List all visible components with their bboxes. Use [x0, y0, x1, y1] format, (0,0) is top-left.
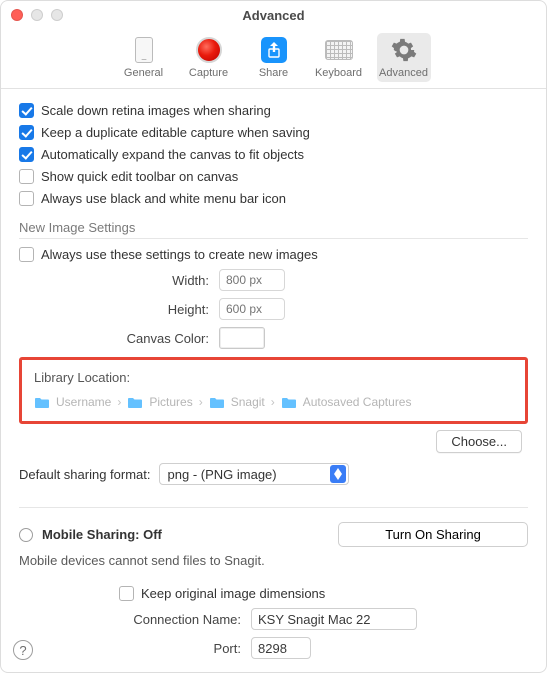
port-label: Port: [19, 641, 251, 656]
tab-label: Keyboard [315, 67, 362, 79]
breadcrumb-segment[interactable]: Username [56, 395, 111, 409]
help-button[interactable]: ? [13, 640, 33, 660]
checkbox-keep-duplicate[interactable] [19, 125, 34, 140]
divider [19, 238, 528, 239]
turn-on-sharing-button[interactable]: Turn On Sharing [338, 522, 528, 547]
gear-icon [390, 36, 418, 64]
choose-button[interactable]: Choose... [436, 430, 522, 453]
mobile-sharing-radio[interactable] [19, 528, 33, 542]
preferences-toolbar: General Capture Share Keyboard Advanced [1, 29, 546, 89]
canvas-color-label: Canvas Color: [19, 331, 219, 346]
tab-label: General [124, 67, 163, 79]
section-header: New Image Settings [19, 220, 528, 235]
width-label: Width: [19, 273, 219, 288]
height-input[interactable] [219, 298, 285, 320]
height-label: Height: [19, 302, 219, 317]
library-location-box: Library Location: Username › Pictures › … [19, 357, 528, 424]
breadcrumb-segment[interactable]: Pictures [149, 395, 192, 409]
folder-icon [209, 396, 225, 409]
tab-advanced[interactable]: Advanced [377, 33, 431, 82]
checkbox-quick-edit[interactable] [19, 169, 34, 184]
checkbox-label: Keep a duplicate editable capture when s… [41, 125, 310, 140]
content-area: Scale down retina images when sharing Ke… [1, 89, 546, 672]
canvas-color-swatch[interactable] [219, 327, 265, 349]
checkbox-auto-expand[interactable] [19, 147, 34, 162]
breadcrumb-segment[interactable]: Autosaved Captures [303, 395, 412, 409]
checkbox-label: Keep original image dimensions [141, 586, 325, 601]
checkbox-bw-menubar[interactable] [19, 191, 34, 206]
breadcrumb: Username › Pictures › Snagit › Autosaved… [34, 395, 513, 409]
updown-icon [330, 465, 346, 483]
select-value: png - (PNG image) [168, 467, 277, 482]
titlebar: Advanced [1, 1, 546, 29]
checkbox-label: Always use black and white menu bar icon [41, 191, 286, 206]
mobile-sharing-subtext: Mobile devices cannot send files to Snag… [19, 553, 528, 568]
checkbox-scale-down[interactable] [19, 103, 34, 118]
mobile-sharing-label: Mobile Sharing: Off [42, 527, 162, 542]
chevron-right-icon: › [271, 395, 275, 409]
connection-name-input[interactable] [251, 608, 417, 630]
library-title: Library Location: [34, 370, 513, 385]
checkbox-label: Automatically expand the canvas to fit o… [41, 147, 304, 162]
connection-name-label: Connection Name: [19, 612, 251, 627]
share-icon [261, 37, 287, 63]
tab-label: Share [259, 67, 288, 79]
checkbox-keep-original-dims[interactable] [119, 586, 134, 601]
folder-icon [281, 396, 297, 409]
tab-keyboard[interactable]: Keyboard [312, 33, 366, 82]
port-input[interactable] [251, 637, 311, 659]
tab-share[interactable]: Share [247, 33, 301, 82]
checkbox-label: Scale down retina images when sharing [41, 103, 271, 118]
width-input[interactable] [219, 269, 285, 291]
folder-icon [34, 396, 50, 409]
checkbox-always-settings[interactable] [19, 247, 34, 262]
record-icon [196, 37, 222, 63]
tab-capture[interactable]: Capture [182, 33, 236, 82]
divider [19, 507, 528, 508]
checkbox-label: Show quick edit toolbar on canvas [41, 169, 238, 184]
tab-general[interactable]: General [117, 33, 171, 82]
window-title: Advanced [1, 8, 546, 23]
tab-label: Capture [189, 67, 228, 79]
folder-icon [127, 396, 143, 409]
preferences-window: Advanced General Capture Share Keyboard … [0, 0, 547, 673]
keyboard-icon [325, 40, 353, 60]
chevron-right-icon: › [117, 395, 121, 409]
checkbox-label: Always use these settings to create new … [41, 247, 318, 262]
sharing-format-select[interactable]: png - (PNG image) [159, 463, 349, 485]
phone-icon [135, 37, 153, 63]
tab-label: Advanced [379, 67, 428, 79]
chevron-right-icon: › [199, 395, 203, 409]
sharing-format-label: Default sharing format: [19, 467, 159, 482]
breadcrumb-segment[interactable]: Snagit [231, 395, 265, 409]
